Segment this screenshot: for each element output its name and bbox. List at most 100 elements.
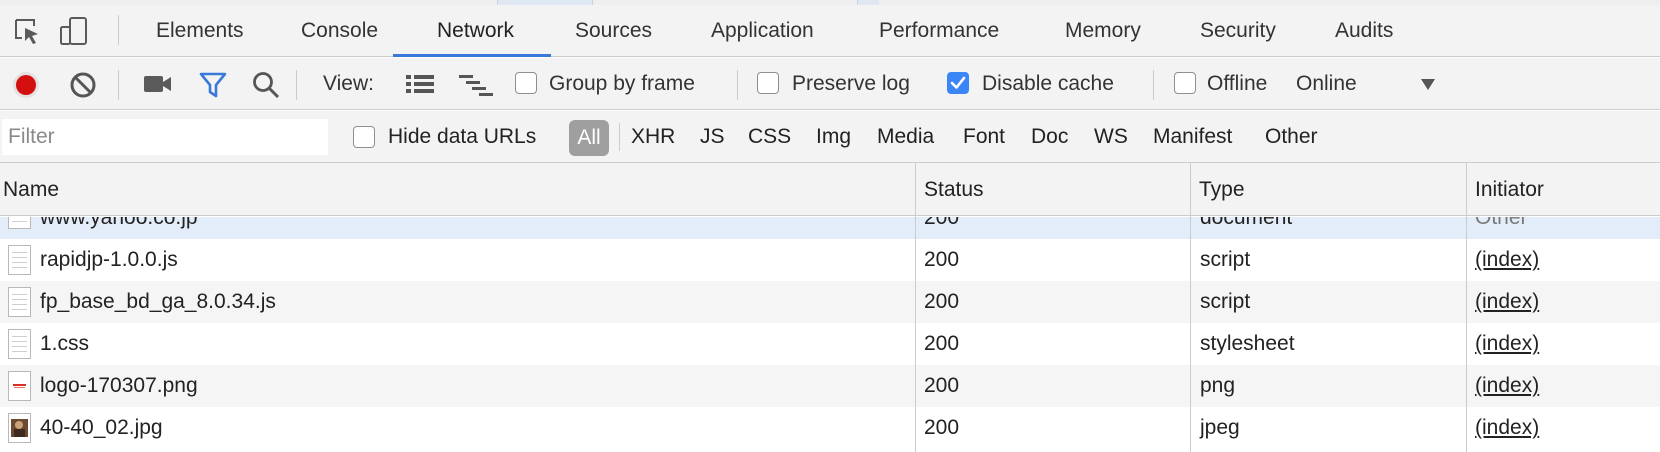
camera-icon[interactable] bbox=[143, 73, 173, 95]
stylesheet-file-icon bbox=[8, 329, 31, 359]
document-file-icon bbox=[8, 217, 31, 229]
row-name[interactable]: rapidjp-1.0.0.js bbox=[40, 239, 178, 281]
row-initiator-link[interactable]: (index) bbox=[1475, 281, 1539, 323]
row-status: 200 bbox=[924, 290, 960, 313]
tab-strip-top-edge bbox=[0, 0, 1660, 5]
preserve-log-label[interactable]: Preserve log bbox=[792, 58, 910, 110]
toolbar-separator bbox=[737, 70, 738, 100]
type-filter-all[interactable]: All bbox=[569, 120, 609, 156]
dropdown-arrow-icon[interactable] bbox=[1421, 79, 1435, 90]
tab-sources[interactable]: Sources bbox=[575, 0, 652, 57]
table-row[interactable]: 1.css 200 stylesheet (index) bbox=[0, 323, 1660, 365]
disable-cache-label[interactable]: Disable cache bbox=[982, 58, 1114, 110]
active-tab-indicator bbox=[393, 54, 551, 57]
script-file-icon bbox=[8, 287, 31, 317]
tab-audits[interactable]: Audits bbox=[1335, 0, 1393, 57]
search-icon[interactable] bbox=[251, 70, 281, 100]
tab-memory[interactable]: Memory bbox=[1065, 0, 1141, 57]
tab-console[interactable]: Console bbox=[301, 0, 378, 57]
group-by-frame-label[interactable]: Group by frame bbox=[549, 58, 695, 110]
row-name[interactable]: www.yahoo.co.jp bbox=[40, 217, 198, 239]
row-type: png bbox=[1200, 374, 1236, 397]
row-type: script bbox=[1200, 248, 1251, 271]
clear-icon[interactable] bbox=[69, 71, 97, 99]
table-row[interactable]: logo-170307.png 200 png (index) bbox=[0, 365, 1660, 407]
tab-elements[interactable]: Elements bbox=[156, 0, 244, 57]
filter-input[interactable] bbox=[2, 119, 328, 155]
record-icon[interactable] bbox=[10, 69, 42, 101]
row-name[interactable]: logo-170307.png bbox=[40, 365, 198, 407]
toolbar-separator bbox=[1153, 70, 1154, 100]
devtools-tab-bar: Elements Console Network Sources Applica… bbox=[0, 0, 1660, 57]
column-divider[interactable] bbox=[1190, 163, 1191, 452]
filter-bar: Hide data URLs All XHR JS CSS Img Media … bbox=[0, 111, 1660, 163]
row-type: document bbox=[1200, 217, 1293, 229]
row-name[interactable]: 1.css bbox=[40, 323, 89, 365]
filter-separator bbox=[619, 123, 620, 151]
row-name[interactable]: fp_base_bd_ga_8.0.34.js bbox=[40, 281, 276, 323]
device-toolbar-icon[interactable] bbox=[58, 16, 88, 46]
toolbar-separator bbox=[118, 70, 119, 100]
row-type: jpeg bbox=[1200, 416, 1240, 439]
table-row[interactable]: www.yahoo.co.jp 200 document Other bbox=[0, 217, 1660, 239]
network-toolbar: View: Group by frame Preserve log Disabl… bbox=[0, 58, 1660, 110]
row-status: 200 bbox=[924, 332, 960, 355]
column-divider[interactable] bbox=[915, 163, 916, 452]
tab-bar-separator bbox=[118, 15, 119, 45]
table-row[interactable]: fp_base_bd_ga_8.0.34.js 200 script (inde… bbox=[0, 281, 1660, 323]
tab-performance[interactable]: Performance bbox=[879, 0, 999, 57]
offline-checkbox[interactable] bbox=[1174, 72, 1196, 94]
row-type: script bbox=[1200, 290, 1251, 313]
type-filter-img[interactable]: Img bbox=[816, 111, 851, 163]
waterfall-icon[interactable] bbox=[459, 74, 495, 96]
row-initiator-link[interactable]: (index) bbox=[1475, 365, 1539, 407]
type-filter-font[interactable]: Font bbox=[963, 111, 1005, 163]
row-status: 200 bbox=[924, 217, 960, 229]
table-row[interactable]: 40-40_02.jpg 200 jpeg (index) bbox=[0, 407, 1660, 449]
row-initiator-link[interactable]: (index) bbox=[1475, 239, 1539, 281]
type-filter-xhr[interactable]: XHR bbox=[631, 111, 675, 163]
tab-network[interactable]: Network bbox=[437, 0, 514, 57]
row-initiator: Other bbox=[1475, 217, 1528, 229]
type-filter-css[interactable]: CSS bbox=[748, 111, 791, 163]
column-divider[interactable] bbox=[1466, 163, 1467, 452]
hide-data-urls-label[interactable]: Hide data URLs bbox=[388, 111, 536, 163]
row-status: 200 bbox=[924, 374, 960, 397]
filter-icon[interactable] bbox=[199, 71, 227, 99]
preserve-log-checkbox[interactable] bbox=[757, 72, 779, 94]
column-header-status[interactable]: Status bbox=[921, 163, 984, 216]
type-filter-ws[interactable]: WS bbox=[1094, 111, 1128, 163]
disable-cache-checkbox[interactable] bbox=[947, 72, 969, 94]
hide-data-urls-checkbox[interactable] bbox=[353, 126, 375, 148]
view-label: View: bbox=[323, 72, 374, 95]
throttling-select[interactable]: Online bbox=[1296, 58, 1357, 110]
column-header-name[interactable]: Name bbox=[0, 163, 59, 216]
checkmark-icon bbox=[950, 76, 966, 89]
row-initiator-link[interactable]: (index) bbox=[1475, 407, 1539, 449]
row-name[interactable]: 40-40_02.jpg bbox=[40, 407, 163, 449]
script-file-icon bbox=[8, 245, 31, 275]
type-filter-doc[interactable]: Doc bbox=[1031, 111, 1068, 163]
row-initiator-link[interactable]: (index) bbox=[1475, 323, 1539, 365]
network-table-body: www.yahoo.co.jp 200 document Other rapid… bbox=[0, 217, 1660, 452]
jpeg-thumbnail-icon bbox=[8, 413, 31, 443]
type-filter-manifest[interactable]: Manifest bbox=[1153, 111, 1232, 163]
type-filter-other[interactable]: Other bbox=[1265, 111, 1318, 163]
type-filter-js[interactable]: JS bbox=[700, 111, 725, 163]
type-filter-media[interactable]: Media bbox=[877, 111, 934, 163]
large-rows-icon[interactable] bbox=[406, 74, 434, 94]
row-type: stylesheet bbox=[1200, 332, 1295, 355]
inspect-element-icon[interactable] bbox=[12, 16, 42, 46]
offline-label[interactable]: Offline bbox=[1207, 58, 1267, 110]
group-by-frame-checkbox[interactable] bbox=[515, 72, 537, 94]
tab-application[interactable]: Application bbox=[711, 0, 814, 57]
row-status: 200 bbox=[924, 416, 960, 439]
row-status: 200 bbox=[924, 248, 960, 271]
table-row[interactable]: rapidjp-1.0.0.js 200 script (index) bbox=[0, 239, 1660, 281]
tab-security[interactable]: Security bbox=[1200, 0, 1276, 57]
browser-tab-highlight-secondary bbox=[857, 0, 879, 5]
column-header-initiator[interactable]: Initiator bbox=[1472, 163, 1544, 216]
toolbar-separator bbox=[296, 70, 297, 100]
png-thumbnail-icon bbox=[8, 371, 31, 401]
column-header-type[interactable]: Type bbox=[1196, 163, 1245, 216]
